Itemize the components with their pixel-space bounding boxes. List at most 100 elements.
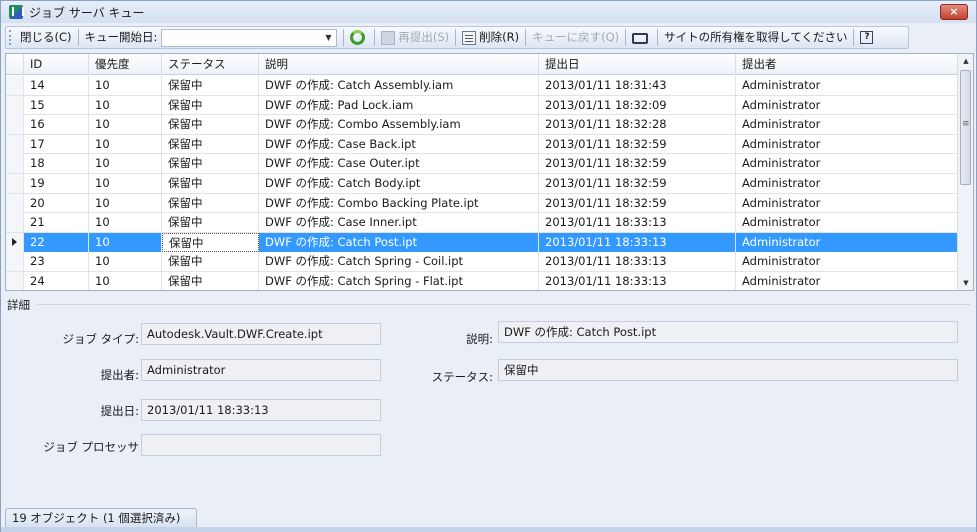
row-indicator[interactable] [6,154,24,174]
cell-status[interactable]: 保留中 [162,252,259,272]
cell-submitter[interactable]: Administrator [736,232,958,252]
row-indicator[interactable] [6,232,24,252]
cell-description[interactable]: DWF の作成: Catch Spring - Flat.ipt [259,271,539,290]
scroll-up-icon[interactable]: ▲ [958,54,973,68]
row-indicator[interactable] [6,252,24,272]
row-indicator[interactable] [6,115,24,135]
cell-id[interactable]: 15 [24,95,89,115]
close-button[interactable]: 閉じる(C) [16,27,76,48]
cell-status[interactable]: 保留中 [162,134,259,154]
cell-submit-date[interactable]: 2013/01/11 18:33:13 [539,252,736,272]
table-row[interactable]: 16 10 保留中 DWF の作成: Combo Assembly.iam 2013/0… [6,115,958,135]
cell-id[interactable]: 14 [24,76,89,95]
scroll-down-icon[interactable]: ▼ [958,276,973,290]
cell-submitter[interactable]: Administrator [736,95,958,115]
cell-submit-date[interactable]: 2013/01/11 18:33:13 [539,271,736,290]
cell-status[interactable]: 保留中 [162,173,259,193]
cell-submit-date[interactable]: 2013/01/11 18:31:43 [539,76,736,95]
cell-status[interactable]: 保留中 [162,154,259,174]
table-row[interactable]: 17 10 保留中 DWF の作成: Case Back.ipt 2013/01/11 … [6,134,958,155]
delete-button[interactable]: 削除(R) [458,27,523,48]
cell-id[interactable]: 16 [24,115,89,135]
cell-status[interactable]: 保留中 [162,95,259,115]
cell-submitter[interactable]: Administrator [736,173,958,193]
cell-submit-date[interactable]: 2013/01/11 18:33:13 [539,232,736,252]
cell-description[interactable]: DWF の作成: Catch Body.ipt [259,173,539,193]
table-row[interactable]: 21 10 保留中 DWF の作成: Case Inner.ipt 2013/01/11… [6,213,958,233]
refresh-button[interactable] [346,27,372,48]
cell-description[interactable]: DWF の作成: Case Inner.ipt [259,213,539,233]
table-row[interactable]: 23 10 保留中 DWF の作成: Catch Spring - Coil.ipt 2… [6,252,958,272]
cell-description[interactable]: DWF の作成: Combo Backing Plate.ipt [259,193,539,213]
chevron-down-icon[interactable]: ▼ [322,32,334,44]
cell-submit-date[interactable]: 2013/01/11 18:32:59 [539,193,736,213]
table-row[interactable]: 15 10 保留中 DWF の作成: Pad Lock.iam 2013/01/11 1… [6,95,958,116]
cell-description[interactable]: DWF の作成: Case Back.ipt [259,134,539,154]
cell-priority[interactable]: 10 [89,76,162,95]
cell-submitter[interactable]: Administrator [736,76,958,95]
requeue-button[interactable]: キューに戻す(Q) [528,27,623,48]
print-button[interactable] [628,27,655,48]
cell-description[interactable]: DWF の作成: Catch Post.ipt [259,232,539,252]
cell-status[interactable]: 保留中 [162,213,259,233]
cell-id[interactable]: 21 [24,213,89,233]
cell-id[interactable]: 23 [24,252,89,272]
row-indicator[interactable] [6,271,24,290]
cell-id[interactable]: 20 [24,193,89,213]
toolbar-grip[interactable] [9,30,13,45]
row-indicator[interactable] [6,173,24,193]
scrollbar-thumb[interactable] [960,70,971,185]
close-window-button[interactable]: × [940,4,968,20]
column-header-submit-date[interactable]: 提出日 [539,54,736,75]
cell-id[interactable]: 19 [24,173,89,193]
cell-id[interactable]: 24 [24,271,89,290]
cell-priority[interactable]: 10 [89,115,162,135]
column-header-submitter[interactable]: 提出者 [736,54,958,75]
cell-priority[interactable]: 10 [89,193,162,213]
cell-description[interactable]: DWF の作成: Catch Assembly.iam [259,76,539,95]
table-row[interactable]: 18 10 保留中 DWF の作成: Case Outer.ipt 2013/01/11… [6,154,958,174]
cell-status[interactable]: 保留中 [162,115,259,135]
table-row[interactable]: 24 10 保留中 DWF の作成: Catch Spring - Flat.ipt 2… [6,271,958,290]
row-indicator[interactable] [6,76,24,95]
cell-submitter[interactable]: Administrator [736,213,958,233]
cell-submitter[interactable]: Administrator [736,134,958,154]
row-indicator[interactable] [6,134,24,154]
cell-priority[interactable]: 10 [89,95,162,115]
cell-submitter[interactable]: Administrator [736,271,958,290]
queue-start-date-combo[interactable]: ▼ [161,28,338,47]
table-row[interactable]: 14 10 保留中 DWF の作成: Catch Assembly.iam 2013/0… [6,76,958,96]
cell-priority[interactable]: 10 [89,134,162,154]
table-row[interactable]: 19 10 保留中 DWF の作成: Catch Body.ipt 2013/01/11… [6,173,958,194]
cell-submit-date[interactable]: 2013/01/11 18:32:59 [539,134,736,154]
cell-description[interactable]: DWF の作成: Catch Spring - Coil.ipt [259,252,539,272]
cell-submit-date[interactable]: 2013/01/11 18:32:28 [539,115,736,135]
cell-status[interactable]: 保留中 [162,232,259,252]
table-row[interactable]: 20 10 保留中 DWF の作成: Combo Backing Plate.ipt 2… [6,193,958,214]
cell-id[interactable]: 17 [24,134,89,154]
cell-priority[interactable]: 10 [89,154,162,174]
row-indicator[interactable] [6,95,24,115]
cell-description[interactable]: DWF の作成: Case Outer.ipt [259,154,539,174]
cell-priority[interactable]: 10 [89,232,162,252]
cell-submitter[interactable]: Administrator [736,154,958,174]
cell-priority[interactable]: 10 [89,271,162,290]
column-header-id[interactable]: ID [24,54,89,75]
cell-description[interactable]: DWF の作成: Pad Lock.iam [259,95,539,115]
cell-description[interactable]: DWF の作成: Combo Assembly.iam [259,115,539,135]
column-header-description[interactable]: 説明 [259,54,539,75]
cell-status[interactable]: 保留中 [162,76,259,95]
vertical-scrollbar[interactable]: ▲ ▼ [957,54,973,290]
column-header-priority[interactable]: 優先度 [89,54,162,75]
cell-status[interactable]: 保留中 [162,271,259,290]
cell-id[interactable]: 18 [24,154,89,174]
cell-id[interactable]: 22 [24,232,89,252]
cell-submit-date[interactable]: 2013/01/11 18:32:09 [539,95,736,115]
job-queue-grid[interactable]: ID 優先度 ステータス 説明 提出日 提出者 14 10 保留中 DWF の作成: … [5,53,974,291]
column-header-status[interactable]: ステータス [162,54,259,75]
cell-submit-date[interactable]: 2013/01/11 18:32:59 [539,154,736,174]
resubmit-button[interactable]: 再提出(S) [377,27,453,48]
table-row[interactable]: 22 10 保留中 DWF の作成: Catch Post.ipt 2013/01/11… [6,232,958,253]
cell-priority[interactable]: 10 [89,173,162,193]
cell-priority[interactable]: 10 [89,213,162,233]
